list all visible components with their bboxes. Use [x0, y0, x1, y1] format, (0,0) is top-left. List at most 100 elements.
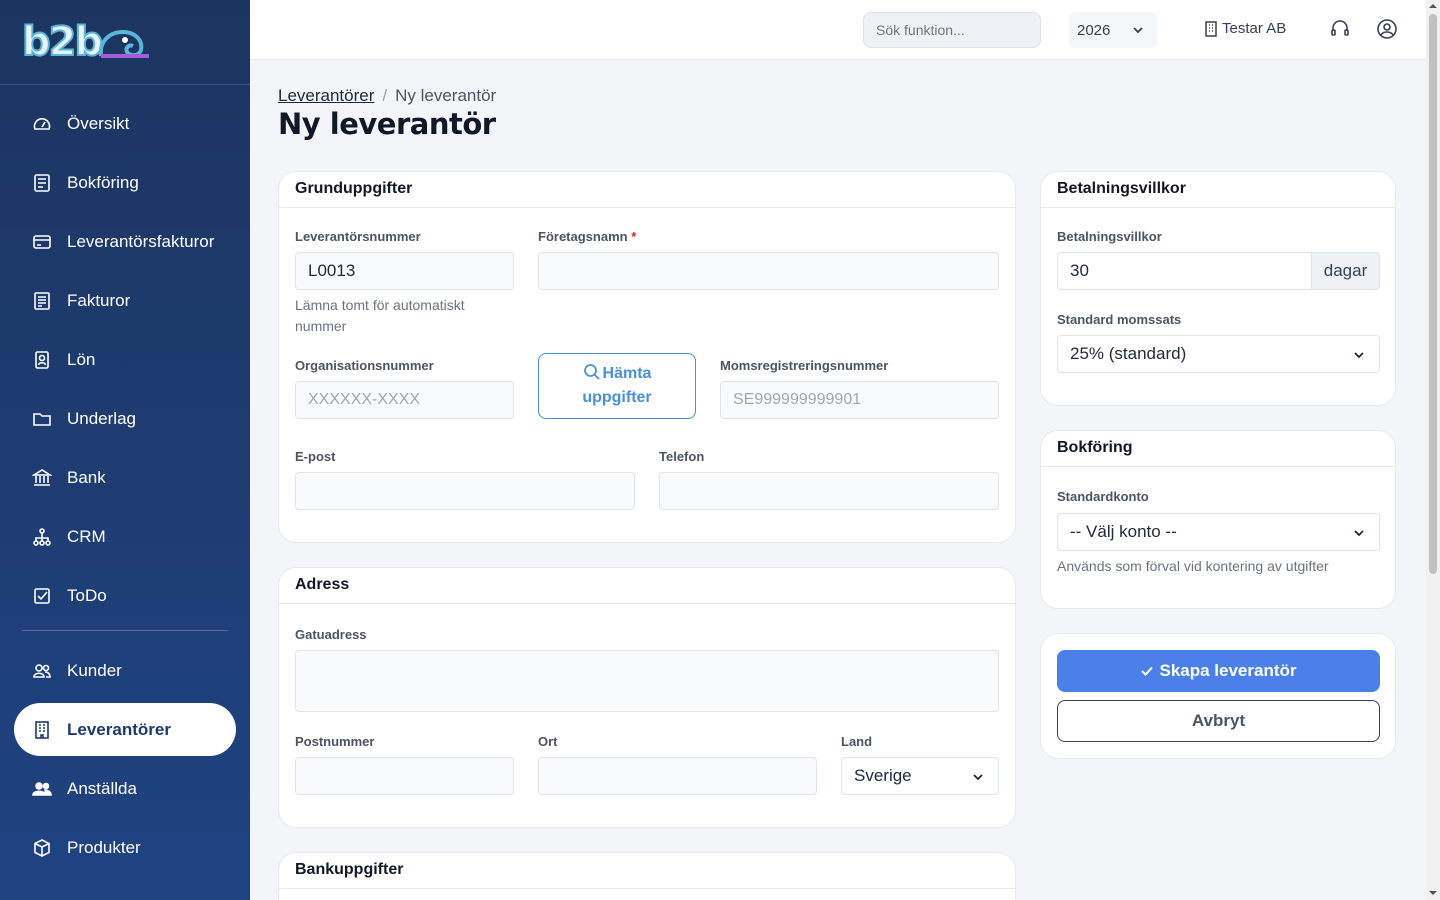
- building-icon: [1205, 20, 1217, 37]
- org-number-input[interactable]: XXXXXX-XXXX: [295, 381, 514, 419]
- sidebar-item-label: Underlag: [67, 408, 136, 428]
- sidebar-item-crm[interactable]: CRM: [14, 510, 236, 563]
- cancel-button[interactable]: Avbryt: [1057, 700, 1380, 742]
- breadcrumb: Leverantörer / Ny leverantör: [278, 86, 496, 106]
- breadcrumb-link-leverantorer[interactable]: Leverantörer: [278, 86, 374, 105]
- company-name: Testar AB: [1222, 20, 1287, 37]
- card-title: Betalningsvillkor: [1041, 172, 1395, 208]
- card-adress: Adress Gatuadress Postnummer Ort Land Sv…: [278, 567, 1016, 828]
- topbar: 2026 Testar AB: [250, 0, 1426, 60]
- sidebar-item-leverantorsfakturor[interactable]: Leverantörsfakturor: [14, 215, 236, 268]
- sidebar-item-label: Anställda: [67, 778, 137, 798]
- fetch-button-label-2: uppgifter: [582, 389, 652, 406]
- sidebar-item-label: Fakturor: [67, 290, 131, 310]
- country-value: Sverige: [854, 766, 912, 785]
- card-betalningsvillkor: Betalningsvillkor Betalningsvillkor 30 d…: [1040, 171, 1396, 406]
- logo-text: b2b: [21, 19, 104, 65]
- vat-number-label: Momsregistreringsnummer: [720, 358, 889, 373]
- sidebar-item-bokforing[interactable]: Bokföring: [14, 156, 236, 209]
- phone-label: Telefon: [659, 449, 705, 464]
- supplier-number-label: Leverantörsnummer: [295, 229, 421, 244]
- city-label: Ort: [538, 734, 558, 749]
- sidebar-item-todo[interactable]: ToDo: [14, 569, 236, 622]
- zip-input[interactable]: [295, 757, 514, 795]
- scroll-up-icon[interactable]: [1429, 2, 1437, 10]
- supplier-number-input[interactable]: L0013: [295, 252, 514, 290]
- sidebar-item-label: Kunder: [67, 660, 122, 680]
- company-selector[interactable]: Testar AB: [1204, 20, 1286, 37]
- sidebar-item-produkter[interactable]: Produkter: [14, 821, 236, 874]
- vat-rate-label: Standard momssats: [1057, 312, 1182, 327]
- sidebar-item-fakturor[interactable]: Fakturor: [14, 274, 236, 327]
- card-bokforing: Bokföring Standardkonto -- Välj konto --…: [1040, 430, 1396, 609]
- chevron-down-icon: [1354, 530, 1364, 537]
- gauge-icon: [32, 114, 52, 134]
- company-name-input[interactable]: [538, 252, 999, 290]
- default-account-label: Standardkonto: [1057, 489, 1149, 504]
- city-input[interactable]: [538, 757, 817, 795]
- chameleon-logo-icon: [98, 29, 150, 58]
- fetch-details-button[interactable]: Hämta uppgifter: [538, 353, 696, 419]
- people-icon: [32, 779, 52, 799]
- network-icon: [32, 527, 52, 547]
- fetch-line1: Hämta: [583, 362, 651, 386]
- user-circle-icon[interactable]: [1376, 18, 1398, 40]
- sidebar-item-bank[interactable]: Bank: [14, 451, 236, 504]
- card-bankuppgifter: Bankuppgifter: [278, 852, 1016, 900]
- street-textarea[interactable]: [295, 650, 999, 712]
- logo[interactable]: b2b: [0, 0, 250, 85]
- sidebar-item-label: Lön: [67, 349, 96, 369]
- vat-rate-select[interactable]: 25% (standard): [1057, 335, 1380, 373]
- sidebar-item-label: Leverantörsfakturor: [67, 231, 215, 251]
- card-title: Adress: [279, 568, 1015, 604]
- credit-card-icon: [32, 232, 52, 252]
- year-select[interactable]: 2026: [1069, 12, 1157, 48]
- sidebar-divider: [22, 630, 228, 631]
- breadcrumb-current: Ny leverantör: [395, 86, 497, 105]
- phone-input[interactable]: [659, 472, 999, 510]
- create-supplier-button[interactable]: Skapa leverantör: [1057, 650, 1380, 692]
- chevron-down-icon: [1354, 352, 1364, 359]
- check-icon: [1141, 666, 1154, 676]
- scroll-down-icon[interactable]: [1429, 889, 1437, 897]
- page-scrollbar[interactable]: [1426, 0, 1440, 900]
- invoice-icon: [32, 291, 52, 311]
- search-input[interactable]: [863, 12, 1041, 48]
- default-account-select[interactable]: -- Välj konto --: [1057, 513, 1380, 551]
- company-name-label-text: Företagsnamn: [538, 229, 628, 244]
- email-input[interactable]: [295, 472, 635, 510]
- sidebar-item-label: Bank: [67, 467, 106, 487]
- email-label: E-post: [295, 449, 336, 464]
- sidebar-item-lon[interactable]: Lön: [14, 333, 236, 386]
- vat-number-input[interactable]: SE999999999901: [720, 381, 999, 419]
- default-account-hint: Används som förval vid kontering av utgi…: [1057, 558, 1329, 574]
- sidebar-item-label: Bokföring: [67, 172, 139, 192]
- sidebar-item-leverantorer[interactable]: Leverantörer: [14, 703, 236, 756]
- headset-icon[interactable]: [1329, 18, 1351, 40]
- sidebar-item-kunder[interactable]: Kunder: [14, 644, 236, 697]
- scroll-thumb[interactable]: [1429, 14, 1437, 574]
- card-actions: Skapa leverantör Avbryt: [1040, 633, 1396, 759]
- page-title: Ny leverantör: [278, 107, 496, 141]
- box-icon: [32, 838, 52, 858]
- sidebar-item-anstallda[interactable]: Anställda: [14, 762, 236, 815]
- card-title: Bokföring: [1041, 431, 1395, 467]
- sidebar-item-underlag[interactable]: Underlag: [14, 392, 236, 445]
- card-title: Grunduppgifter: [279, 172, 1015, 208]
- country-label: Land: [841, 734, 873, 749]
- country-select[interactable]: Sverige: [841, 757, 999, 795]
- bank-icon: [32, 468, 52, 488]
- folder-icon: [32, 409, 52, 429]
- sidebar: b2b Översikt Bokföring Leverantörsfaktur…: [0, 0, 250, 900]
- sidebar-nav: Översikt Bokföring Leverantörsfakturor F…: [0, 97, 250, 880]
- sidebar-item-label: Produkter: [67, 837, 141, 857]
- street-label: Gatuadress: [295, 627, 367, 642]
- payment-terms-input[interactable]: 30: [1057, 252, 1312, 290]
- company-name-label: Företagsnamn *: [538, 229, 636, 244]
- card-title: Bankuppgifter: [279, 853, 1015, 889]
- required-mark: *: [631, 229, 637, 244]
- payment-terms-label: Betalningsvillkor: [1057, 229, 1162, 244]
- card-grunduppgifter: Grunduppgifter Leverantörsnummer L0013 L…: [278, 171, 1016, 543]
- sidebar-item-oversikt[interactable]: Översikt: [14, 97, 236, 150]
- create-supplier-label: Skapa leverantör: [1159, 661, 1297, 680]
